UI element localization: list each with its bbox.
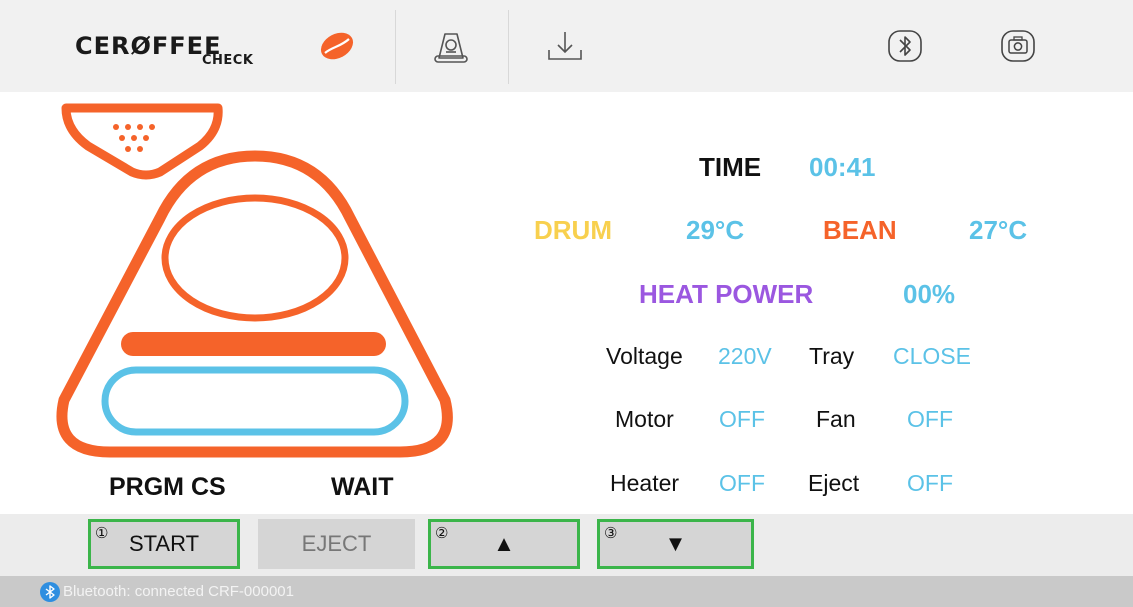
bean-label: BEAN bbox=[823, 215, 897, 245]
drum-label: DRUM bbox=[534, 215, 612, 245]
drum-temp-value: 29°C bbox=[686, 215, 745, 245]
app-logo: CERØFFEE CHECK bbox=[75, 32, 265, 72]
bluetooth-status-icon bbox=[40, 581, 60, 602]
coffee-bean-icon[interactable] bbox=[318, 29, 356, 63]
bluetooth-icon[interactable] bbox=[886, 28, 924, 64]
eject-value: OFF bbox=[907, 470, 953, 496]
roast-profile-icon[interactable] bbox=[430, 26, 472, 66]
logo-subtext: CHECK bbox=[202, 53, 254, 68]
step-number-2: ② bbox=[435, 525, 449, 542]
fan-value: OFF bbox=[907, 406, 953, 432]
down-button[interactable]: ③ ▼ bbox=[597, 519, 754, 569]
time-label: TIME bbox=[699, 152, 762, 182]
motor-label: Motor bbox=[615, 406, 674, 432]
start-button-label: START bbox=[128, 531, 200, 556]
tray-label: Tray bbox=[809, 343, 855, 369]
up-button[interactable]: ② ▲ bbox=[428, 519, 580, 569]
eject-label: Eject bbox=[808, 470, 860, 496]
logo-text: CERØFFEE bbox=[75, 32, 222, 60]
eject-button[interactable]: EJECT bbox=[258, 519, 415, 569]
bean-temp-value: 27°C bbox=[969, 215, 1028, 245]
down-arrow-icon: ▼ bbox=[664, 531, 687, 556]
status-bar: Bluetooth: connected CRF-000001 bbox=[0, 576, 1133, 607]
toolbar-divider bbox=[395, 10, 396, 84]
machine-state: WAIT bbox=[331, 473, 394, 501]
motor-value: OFF bbox=[719, 406, 765, 432]
voltage-value: 220V bbox=[718, 343, 772, 369]
roaster-illustration bbox=[50, 100, 460, 462]
up-arrow-icon: ▲ bbox=[493, 531, 515, 556]
time-value: 00:41 bbox=[809, 152, 876, 182]
step-number-3: ③ bbox=[604, 525, 618, 542]
eject-button-label: EJECT bbox=[301, 531, 372, 556]
download-icon[interactable] bbox=[545, 28, 585, 64]
step-number-1: ① bbox=[95, 525, 109, 542]
heater-value: OFF bbox=[719, 470, 765, 496]
camera-icon[interactable] bbox=[999, 28, 1037, 64]
top-bar: CERØFFEE CHECK bbox=[0, 0, 1133, 92]
voltage-label: Voltage bbox=[606, 343, 683, 369]
control-toolbar: ① START EJECT ② ▲ ③ ▼ bbox=[0, 514, 1133, 576]
fan-label: Fan bbox=[816, 406, 856, 432]
start-button[interactable]: ① START bbox=[88, 519, 240, 569]
heat-power-label: HEAT POWER bbox=[639, 279, 814, 309]
tray-value: CLOSE bbox=[893, 343, 971, 369]
heat-power-value: 00% bbox=[903, 279, 956, 309]
connection-status-text: Bluetooth: connected CRF-000001 bbox=[63, 583, 294, 600]
toolbar-divider bbox=[508, 10, 509, 84]
program-label: PRGM CS bbox=[109, 473, 226, 501]
heater-label: Heater bbox=[610, 470, 680, 496]
